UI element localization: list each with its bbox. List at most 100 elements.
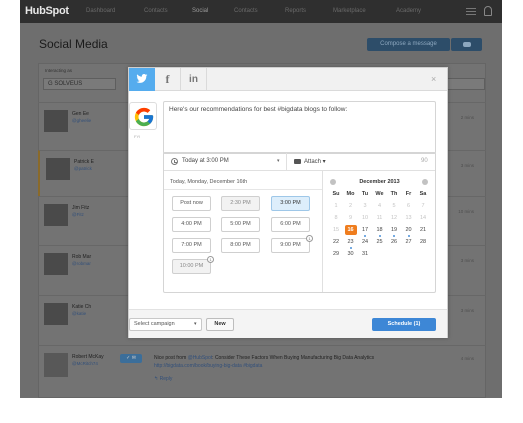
author-handle[interactable]: @robmar — [72, 261, 91, 266]
tab-facebook[interactable]: f — [155, 68, 181, 91]
time-slot[interactable]: 8:00 PM — [221, 238, 260, 253]
campaign-select[interactable]: Select campaign ▾ — [129, 318, 202, 331]
post-time: 10 mins — [458, 209, 474, 214]
time-slot[interactable]: 5:00 PM — [221, 217, 260, 232]
account-avatar[interactable] — [129, 102, 157, 130]
calendar-day[interactable]: 29 — [330, 249, 342, 259]
calendar-day[interactable]: 4 — [374, 201, 386, 211]
calendar-day[interactable]: 22 — [330, 237, 342, 247]
time-slot[interactable]: 4:00 PM — [172, 217, 211, 232]
nav-item-contacts[interactable]: Contacts — [234, 8, 258, 14]
author-handle[interactable]: @patrick — [74, 166, 92, 171]
calendar-day[interactable]: 31 — [359, 249, 371, 259]
camera-icon[interactable] — [294, 159, 301, 164]
nav-item-dashboard[interactable]: Dashboard — [86, 8, 115, 14]
author-handle[interactable]: @McRitch74 — [72, 361, 98, 366]
tab-twitter[interactable] — [129, 68, 155, 91]
calendar-day[interactable]: 26 — [388, 237, 400, 247]
message-textarea[interactable]: Here's our recommendations for best #big… — [163, 101, 436, 154]
calendar-day[interactable]: 30 — [345, 249, 357, 259]
calendar-day[interactable]: 28 — [417, 237, 429, 247]
calendar-day[interactable]: 23 — [345, 237, 357, 247]
account-select[interactable]: G SOLVEUS — [43, 78, 116, 90]
calendar-day[interactable]: 12 — [388, 213, 400, 223]
author-name[interactable]: Jim Fitz — [72, 205, 89, 211]
calendar-day[interactable]: 2 — [345, 201, 357, 211]
time-slot[interactable]: 3:00 PM — [271, 196, 310, 211]
compose-message-button[interactable]: Compose a message — [367, 38, 450, 51]
calendar-day[interactable]: 17 — [359, 225, 371, 235]
nav-item-academy[interactable]: Academy — [396, 8, 421, 14]
post-mention[interactable]: @HubSpot — [188, 355, 213, 361]
time-slot[interactable]: 7:00 PM — [172, 238, 211, 253]
calendar-day[interactable]: 8 — [330, 213, 342, 223]
calendar-day[interactable]: 10 — [359, 213, 371, 223]
calendar-day[interactable]: 27 — [403, 237, 415, 247]
calendar-day[interactable]: 24 — [359, 237, 371, 247]
calendar-day[interactable]: 14 — [417, 213, 429, 223]
post-time: 3 mins — [460, 163, 474, 168]
post-now-button[interactable]: Post now — [172, 196, 211, 211]
author-handle[interactable]: @katie — [72, 311, 86, 316]
calendar-weekday: Fr — [405, 191, 412, 197]
chevron-down-icon: ▾ — [277, 158, 280, 164]
author-name[interactable]: Robert McKay — [72, 354, 104, 360]
calendar-day[interactable]: 15 — [330, 225, 342, 235]
user-icon[interactable] — [484, 6, 492, 16]
menu-icon[interactable] — [466, 8, 476, 15]
nav-item-reports[interactable]: Reports — [285, 8, 306, 14]
post-text-body: : Consider These Factors When Buying Man… — [212, 355, 375, 361]
calendar-day[interactable]: 20 — [403, 225, 415, 235]
calendar-day[interactable]: 9 — [345, 213, 357, 223]
attach-dropdown[interactable]: Attach ▾ — [304, 158, 326, 165]
author-handle[interactable]: @Fitz — [72, 212, 84, 217]
linkedin-icon: in — [189, 74, 198, 85]
nav-item-contacts[interactable]: Contacts — [144, 8, 168, 14]
calendar-day[interactable]: 16 — [344, 225, 357, 235]
modal-footer: Select campaign ▾ New Schedule (1) — [129, 309, 447, 338]
calendar-day[interactable]: 19 — [388, 225, 400, 235]
calendar-day[interactable]: 7 — [417, 201, 429, 211]
calendar-day[interactable]: 3 — [359, 201, 371, 211]
calendar-day[interactable]: 13 — [403, 213, 415, 223]
nav-item-social[interactable]: Social — [192, 8, 208, 14]
scheduler-toolbar: Today at 3:00 PM ▾ Attach ▾ 90 — [164, 153, 435, 171]
reply-link[interactable]: ↰ Reply — [154, 376, 172, 382]
calendar-day[interactable]: 21 — [417, 225, 429, 235]
close-icon[interactable]: × — [431, 74, 436, 84]
post-link[interactable]: http://bigdata.com/book/buying-big-data … — [154, 363, 262, 369]
time-slot[interactable]: 6:00 PM — [271, 217, 310, 232]
author-name[interactable]: Rob Mar — [72, 254, 91, 260]
author-name[interactable]: Katie Ch — [72, 304, 91, 310]
time-slot[interactable]: 10:00 PM — [172, 259, 211, 274]
avatar — [44, 303, 68, 325]
calendar-day[interactable]: 25 — [374, 237, 386, 247]
top-nav: HubSpot Dashboard Contacts Social Contacts R… — [20, 0, 502, 23]
calendar-day[interactable]: 11 — [374, 213, 386, 223]
author-name[interactable]: Patrick E — [74, 159, 94, 165]
compose-media-button[interactable] — [451, 38, 482, 51]
author-handle[interactable]: @gheelie — [72, 118, 91, 123]
schedule-button[interactable]: Schedule (1) — [372, 318, 436, 331]
schedule-time-dropdown[interactable]: Today at 3:00 PM ▾ — [164, 153, 287, 171]
nav-item-marketplace[interactable]: Marketplace — [333, 8, 366, 14]
chevron-down-icon: ▾ — [194, 321, 197, 327]
twitter-follow-button[interactable]: ✓ ✉ — [120, 354, 142, 363]
stream-row-last[interactable]: Robert McKay @McRitch74 ✓ ✉ Nice post fr… — [38, 345, 486, 398]
calendar-day[interactable]: 5 — [388, 201, 400, 211]
calendar-next-icon[interactable] — [422, 179, 428, 185]
time-slot[interactable]: 2:30 PM — [221, 196, 260, 211]
reply-label: Reply — [159, 376, 173, 382]
avatar — [44, 353, 68, 377]
calendar-day[interactable]: 6 — [403, 201, 415, 211]
avatar — [44, 253, 68, 275]
campaign-label: Select campaign — [134, 321, 175, 327]
time-slot[interactable]: 9:00 PM — [271, 238, 310, 253]
calendar-title: December 2013 — [359, 179, 400, 185]
calendar-day[interactable]: 1 — [330, 201, 342, 211]
tab-linkedin[interactable]: in — [181, 68, 207, 91]
calendar-day[interactable]: 18 — [374, 225, 386, 235]
new-campaign-button[interactable]: New — [206, 318, 234, 331]
author-name[interactable]: Gen Ee — [72, 111, 89, 117]
hubspot-logo[interactable]: HubSpot — [25, 5, 69, 17]
